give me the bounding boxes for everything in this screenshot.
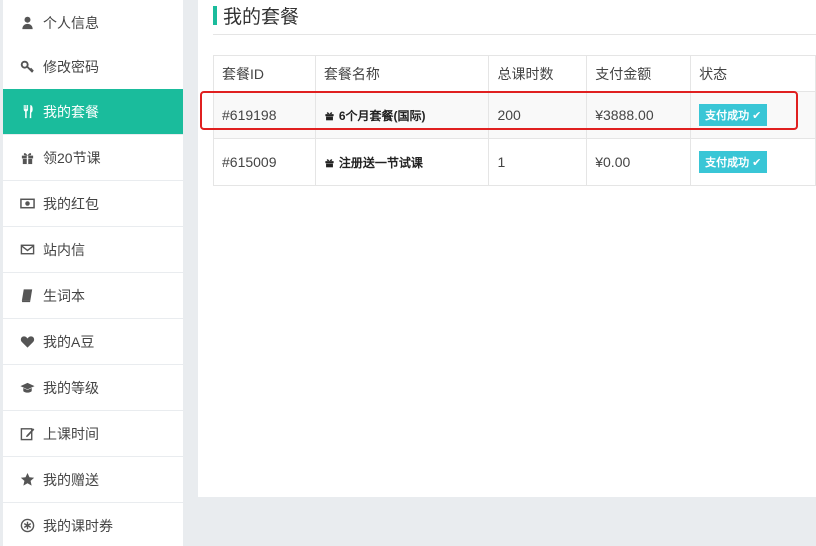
- packages-table: 套餐ID 套餐名称 总课时数 支付金额 状态 #619198 6个月套餐(国际)…: [213, 55, 816, 186]
- package-id: #615009: [213, 138, 316, 186]
- title-accent-bar: [213, 6, 217, 25]
- table-row: #619198 6个月套餐(国际) 200 ¥3888.00 支付成功 ✔: [213, 91, 816, 139]
- heart-icon: [19, 334, 35, 350]
- sidebar-item-my-packages[interactable]: 我的套餐: [3, 89, 183, 134]
- sidebar-item-label: 我的套餐: [43, 103, 99, 120]
- column-header-hours: 总课时数: [488, 55, 588, 92]
- page-header: 我的套餐: [213, 6, 816, 35]
- sidebar-item-label: 我的A豆: [43, 333, 95, 350]
- column-header-name: 套餐名称: [314, 55, 490, 92]
- package-name-cell: 注册送一节试课: [314, 138, 490, 186]
- graduation-cap-icon: [19, 380, 35, 396]
- sidebar-item-label: 我的红包: [43, 195, 99, 212]
- main-panel: 我的套餐 套餐ID 套餐名称 总课时数 支付金额 状态 #619198 6个月套…: [198, 0, 816, 497]
- package-name: 注册送一节试课: [324, 154, 423, 171]
- column-header-status: 状态: [690, 55, 816, 92]
- sidebar-item-label: 领20节课: [43, 149, 101, 166]
- book-icon: [19, 288, 35, 304]
- table-row: #615009 注册送一节试课 1 ¥0.00 支付成功 ✔: [213, 138, 816, 186]
- page-title: 我的套餐: [223, 7, 300, 28]
- sidebar: 个人信息 修改密码 我的套餐 领20节课 我的红包 站内信 生词本 我的A豆 我…: [0, 0, 183, 546]
- sidebar-item-label: 站内信: [43, 241, 85, 258]
- sidebar-item-gifts[interactable]: 我的赠送: [3, 457, 183, 502]
- sidebar-item-coupons[interactable]: 我的课时券: [3, 503, 183, 546]
- sidebar-item-password[interactable]: 修改密码: [3, 44, 183, 89]
- sidebar-item-label: 个人信息: [43, 14, 99, 31]
- cutlery-icon: [19, 104, 35, 120]
- envelope-icon: [19, 242, 35, 258]
- user-icon: [19, 15, 35, 31]
- column-header-amount: 支付金额: [586, 55, 692, 92]
- sidebar-item-label: 我的赠送: [43, 471, 99, 488]
- package-name: 6个月套餐(国际): [324, 107, 426, 124]
- sidebar-item-red-packet[interactable]: 我的红包: [3, 181, 183, 226]
- gift-icon: [324, 157, 336, 168]
- status-cell: 支付成功 ✔: [690, 138, 816, 186]
- sidebar-item-free-lessons[interactable]: 领20节课: [3, 135, 183, 180]
- status-text: 支付成功: [705, 110, 750, 122]
- status-badge: 支付成功 ✔: [699, 104, 768, 126]
- sidebar-item-level[interactable]: 我的等级: [3, 365, 183, 410]
- package-amount: ¥0.00: [586, 138, 692, 186]
- sidebar-item-profile[interactable]: 个人信息: [3, 0, 183, 45]
- status-cell: 支付成功 ✔: [690, 91, 816, 139]
- package-name-text: 6个月套餐(国际): [338, 108, 426, 123]
- package-hours: 1: [488, 138, 588, 186]
- package-id: #619198: [213, 91, 316, 139]
- check-icon: ✔: [752, 156, 762, 169]
- sidebar-item-class-time[interactable]: 上课时间: [3, 411, 183, 456]
- gift-icon: [324, 110, 336, 121]
- status-badge: 支付成功 ✔: [699, 151, 768, 173]
- sidebar-item-inbox[interactable]: 站内信: [3, 227, 183, 272]
- package-name-text: 注册送一节试课: [338, 155, 423, 170]
- table-header-row: 套餐ID 套餐名称 总课时数 支付金额 状态: [213, 55, 816, 92]
- sidebar-item-vocabulary[interactable]: 生词本: [3, 273, 183, 318]
- sidebar-item-a-beans[interactable]: 我的A豆: [3, 319, 183, 364]
- edit-icon: [19, 426, 35, 442]
- sidebar-item-label: 生词本: [43, 287, 85, 304]
- column-header-id: 套餐ID: [213, 55, 316, 92]
- sidebar-item-label: 我的等级: [43, 379, 99, 396]
- coupon-icon: [19, 518, 35, 534]
- package-amount: ¥3888.00: [586, 91, 692, 139]
- package-name-cell: 6个月套餐(国际): [314, 91, 490, 139]
- sidebar-item-label: 我的课时券: [43, 517, 113, 534]
- status-text: 支付成功: [705, 157, 750, 169]
- gift-icon: [19, 150, 35, 166]
- check-icon: ✔: [752, 109, 762, 122]
- sidebar-item-label: 上课时间: [43, 425, 99, 442]
- key-icon: [19, 59, 35, 75]
- sidebar-item-label: 修改密码: [43, 58, 99, 75]
- package-hours: 200: [488, 91, 588, 139]
- money-icon: [19, 196, 35, 212]
- star-icon: [19, 472, 35, 488]
